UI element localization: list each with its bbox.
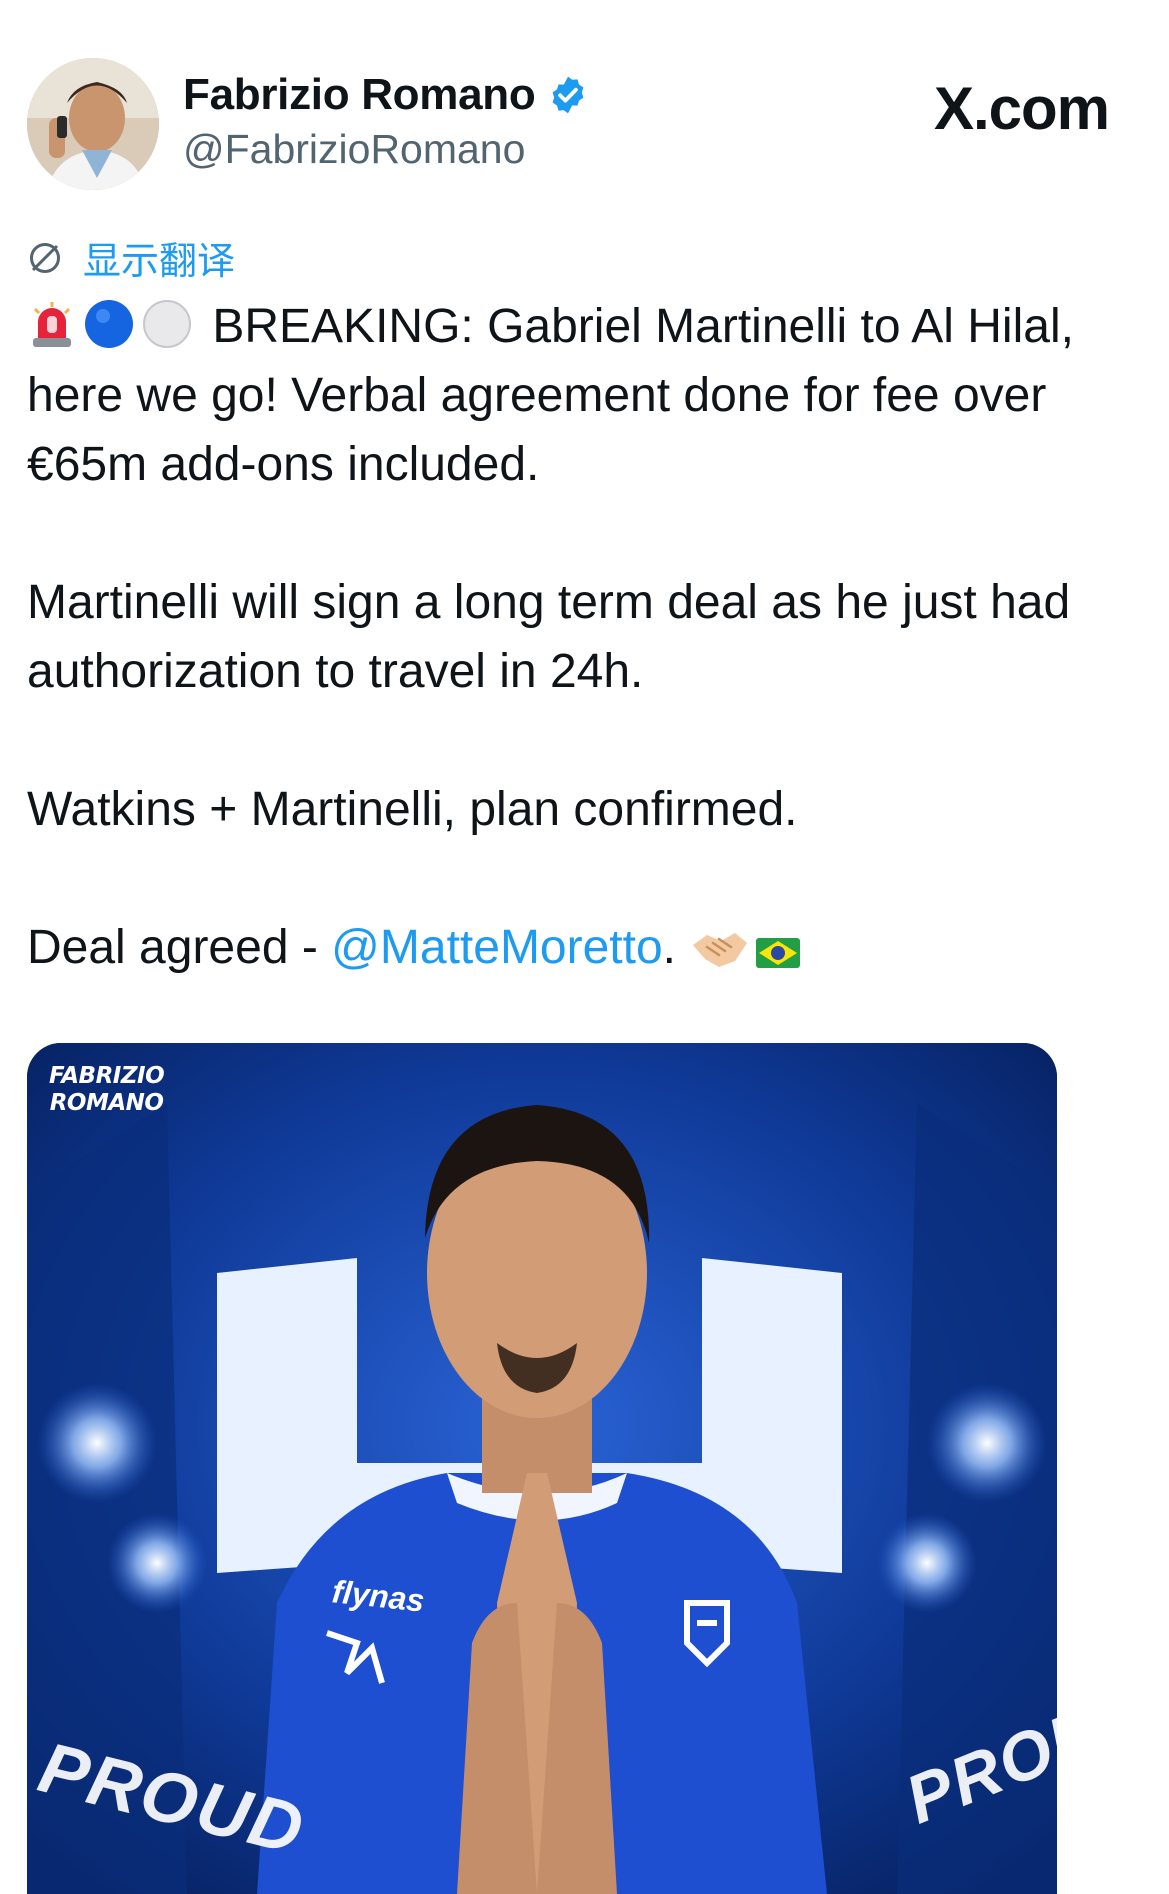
- tweet-paragraph-4-suffix: .: [662, 921, 677, 974]
- display-name-text: Fabrizio Romano: [183, 70, 536, 119]
- avatar-photo-icon: [27, 58, 159, 190]
- tweet-paragraph-4-prefix: Deal agreed -: [27, 921, 332, 974]
- author-handle[interactable]: @FabrizioRomano: [183, 126, 525, 173]
- siren-emoji-icon: [33, 302, 71, 347]
- watermark-line-2: ROMANO: [49, 1090, 164, 1116]
- author-avatar[interactable]: [27, 58, 159, 190]
- tweet-paragraph-2: Martinelli will sign a long term deal as…: [27, 576, 1071, 698]
- verified-badge-icon: [553, 76, 584, 114]
- brazil-flag-emoji-icon: [756, 938, 801, 968]
- translate-globe-icon: [30, 242, 60, 273]
- show-translation-label: 显示翻译: [83, 241, 236, 283]
- white-circle-emoji-icon: [143, 300, 191, 348]
- tweet-text: BREAKING: Gabriel Martinelli to Al Hilal…: [27, 292, 1142, 1051]
- x-com-logo: X.com: [933, 75, 1110, 142]
- handshake-emoji-icon: [693, 933, 748, 967]
- tweet-media-image[interactable]: FABRIZIO ROMANO flynas PROUD PROUD: [27, 1043, 1057, 1894]
- mention-link[interactable]: @MatteMoretto: [331, 921, 663, 974]
- tweet-paragraph-1: BREAKING: Gabriel Martinelli to Al Hilal…: [27, 292, 1142, 499]
- watermark-line-1: FABRIZIO: [49, 1063, 165, 1089]
- tweet-paragraph-4: Deal agreed - @MatteMoretto.: [27, 913, 1142, 982]
- blue-circle-emoji-icon: [85, 300, 133, 348]
- media-watermark: FABRIZIO ROMANO: [49, 1063, 165, 1117]
- tweet-paragraph-3: Watkins + Martinelli, plan confirmed.: [27, 783, 798, 836]
- author-display-name[interactable]: Fabrizio Romano: [183, 70, 589, 120]
- show-translation-link[interactable]: 显示翻译: [27, 230, 235, 285]
